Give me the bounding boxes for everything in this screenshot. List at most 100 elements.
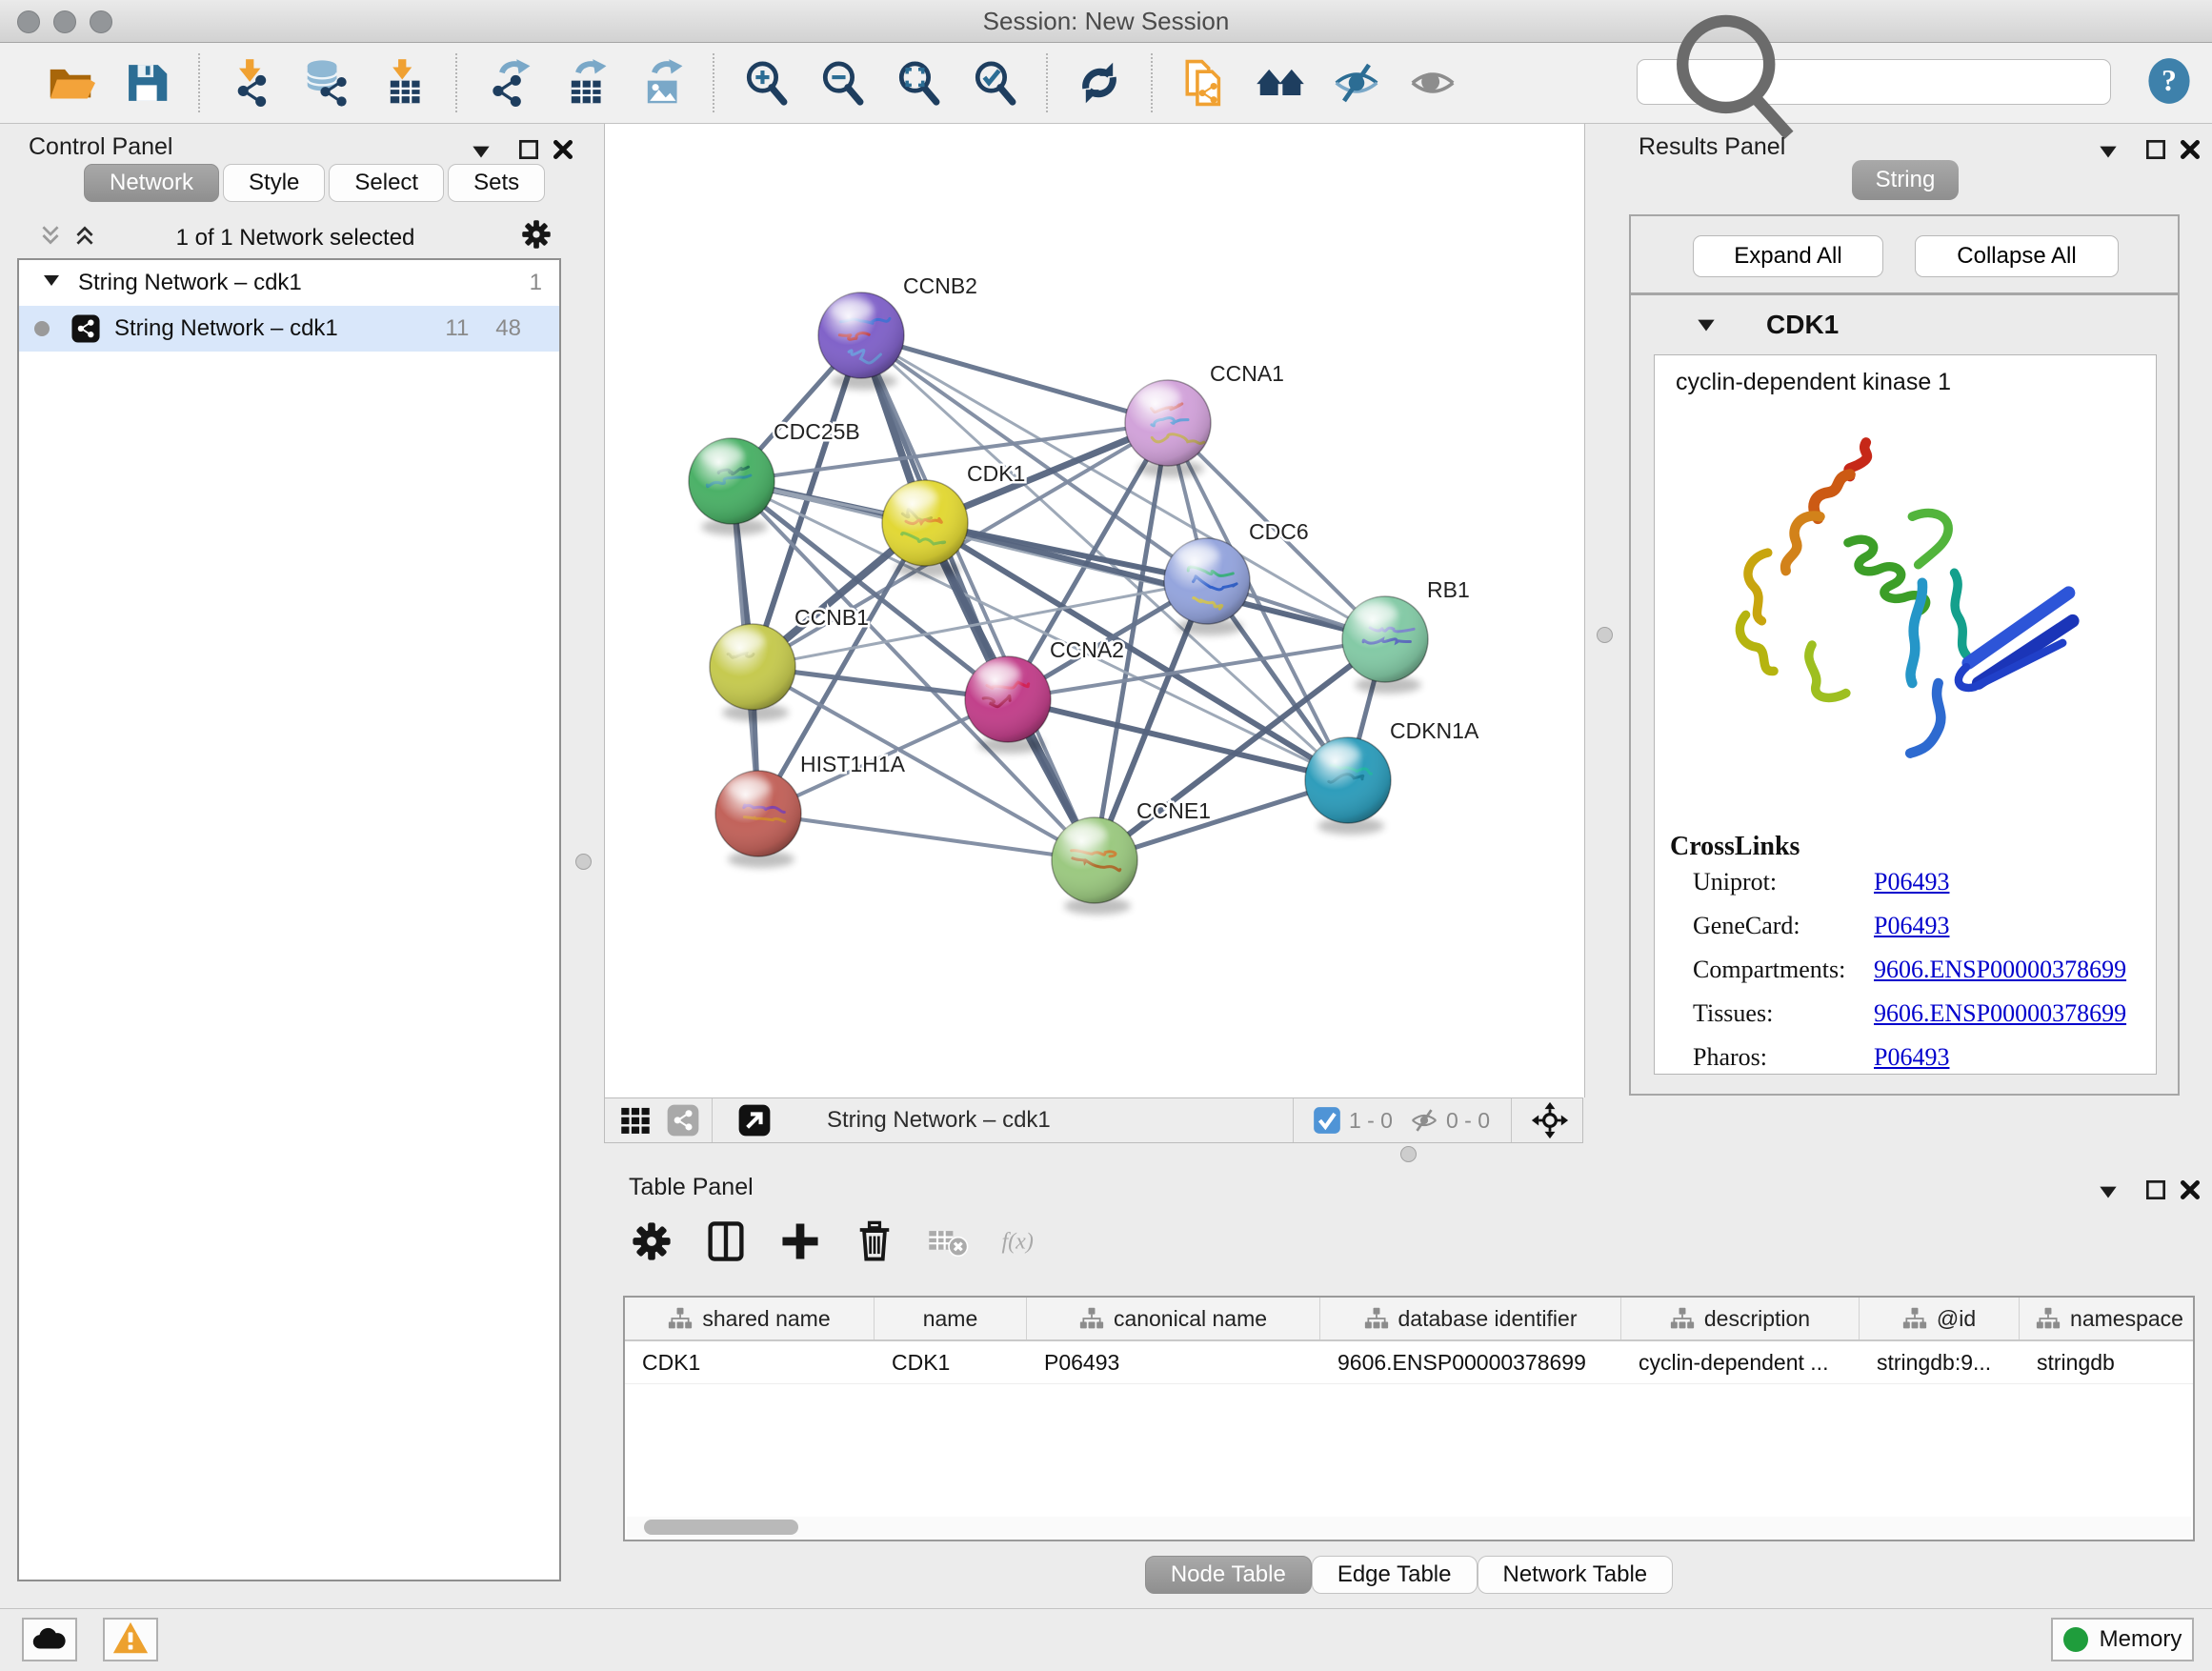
entry-collapse-icon[interactable] — [1694, 312, 1719, 337]
import-table-button[interactable] — [373, 52, 434, 113]
results-panel-menu-icon[interactable] — [2096, 139, 2121, 164]
column-header--id[interactable]: @id — [1860, 1298, 2020, 1339]
add-icon[interactable] — [777, 1218, 823, 1264]
zoom-fit-button[interactable] — [888, 52, 949, 113]
zoom-selected-button[interactable] — [964, 52, 1025, 113]
table-cell[interactable]: stringdb:9... — [1860, 1341, 2020, 1383]
tree-expand-icon[interactable] — [40, 269, 63, 298]
table-cell[interactable]: 9606.ENSP00000378699 — [1320, 1341, 1621, 1383]
column-header-name[interactable]: name — [875, 1298, 1027, 1339]
detach-view-icon[interactable] — [737, 1103, 772, 1137]
table-cell[interactable]: CDK1 — [625, 1341, 875, 1383]
tab-select[interactable]: Select — [329, 164, 444, 202]
home-button[interactable] — [1250, 52, 1311, 113]
control-panel-menu-icon[interactable] — [469, 139, 493, 164]
minimize-window-icon[interactable] — [53, 10, 76, 33]
crosslink-link[interactable]: P06493 — [1874, 868, 1949, 896]
node-CDKN1A[interactable]: CDKN1A — [1305, 718, 1479, 835]
zoom-in-button[interactable] — [735, 52, 796, 113]
left-splitter-handle[interactable] — [575, 854, 592, 870]
view-grid-icon[interactable] — [618, 1103, 653, 1137]
close-window-icon[interactable] — [17, 10, 40, 33]
control-panel-float-icon[interactable] — [516, 137, 541, 162]
network-graph[interactable]: CCNB2 CCNA1 CDC25B CDK1 CDC6 RB1 CCNB1 — [605, 124, 1584, 1097]
table-cell[interactable]: P06493 — [1027, 1341, 1320, 1383]
gear-icon[interactable] — [629, 1218, 674, 1264]
column-header-shared-name[interactable]: shared name — [625, 1298, 875, 1339]
results-panel-float-icon[interactable] — [2143, 137, 2168, 162]
table-cell[interactable]: CDK1 — [875, 1341, 1027, 1383]
hide-items-button[interactable] — [1326, 52, 1387, 113]
right-splitter-handle[interactable] — [1597, 627, 1613, 643]
network-row-selected[interactable]: String Network – cdk1 11 48 — [19, 306, 559, 352]
cloud-status-button[interactable] — [22, 1618, 77, 1661]
table-hscrollbar-thumb[interactable] — [644, 1520, 798, 1535]
memory-button[interactable]: Memory — [2051, 1618, 2194, 1661]
network-collection-row[interactable]: String Network – cdk1 1 — [19, 260, 559, 306]
collapse-all-networks-icon[interactable] — [38, 223, 63, 248]
horizontal-splitter[interactable] — [604, 1143, 1583, 1164]
crosslink-link[interactable]: 9606.ENSP00000378699 — [1874, 956, 2126, 984]
tab-network-table[interactable]: Network Table — [1478, 1556, 1674, 1594]
tab-network[interactable]: Network — [84, 164, 219, 202]
node-RB1[interactable]: RB1 — [1342, 577, 1470, 694]
edge-CCNB2-CCNE1[interactable] — [861, 335, 1095, 860]
warnings-button[interactable] — [103, 1618, 158, 1661]
table-row[interactable]: CDK1CDK1P064939606.ENSP00000378699cyclin… — [625, 1341, 2193, 1384]
expand-all-networks-icon[interactable] — [72, 223, 97, 248]
zoom-out-button[interactable] — [812, 52, 873, 113]
network-overview-icon[interactable] — [666, 1103, 700, 1137]
help-button[interactable]: ? — [2145, 57, 2193, 105]
column-header-namespace[interactable]: namespace — [2020, 1298, 2195, 1339]
refresh-button[interactable] — [1069, 52, 1130, 113]
tab-sets[interactable]: Sets — [448, 164, 545, 202]
column-header-canonical-name[interactable]: canonical name — [1027, 1298, 1320, 1339]
column-header-description[interactable]: description — [1621, 1298, 1860, 1339]
fit-content-icon[interactable] — [1531, 1101, 1569, 1139]
collapse-all-button[interactable]: Collapse All — [1915, 235, 2119, 277]
horizontal-splitter-handle[interactable] — [1400, 1146, 1417, 1162]
tab-edge-table[interactable]: Edge Table — [1312, 1556, 1478, 1594]
save-session-button[interactable] — [116, 52, 177, 113]
table-panel-float-icon[interactable] — [2143, 1178, 2168, 1202]
open-session-button[interactable] — [40, 52, 101, 113]
export-network-button[interactable] — [478, 52, 539, 113]
edge-HIST1H1A-CCNE1[interactable] — [758, 814, 1095, 860]
node-HIST1H1A[interactable]: HIST1H1A — [715, 752, 906, 868]
export-image-button[interactable] — [631, 52, 692, 113]
columns-icon[interactable] — [703, 1218, 749, 1264]
show-items-button[interactable] — [1402, 52, 1463, 113]
tab-string[interactable]: String — [1852, 160, 1959, 200]
table-panel-close-icon[interactable] — [2178, 1178, 2202, 1202]
duplicate-network-button[interactable] — [1174, 52, 1235, 113]
node-CDC25B[interactable]: CDC25B — [689, 419, 860, 535]
crosslink-link[interactable]: P06493 — [1874, 1043, 1949, 1072]
selected-items-checkbox-icon[interactable] — [1313, 1106, 1341, 1135]
results-panel-close-icon[interactable] — [2178, 137, 2202, 162]
crosslink-row: Uniprot: P06493 — [1693, 868, 2141, 896]
network-canvas[interactable]: CCNB2 CCNA1 CDC25B CDK1 CDC6 RB1 CCNB1 — [604, 124, 1585, 1097]
trash-icon[interactable] — [852, 1218, 897, 1264]
table-cell[interactable]: cyclin-dependent ... — [1621, 1341, 1860, 1383]
maximize-window-icon[interactable] — [90, 10, 112, 33]
import-database-button[interactable] — [297, 52, 358, 113]
tab-node-table[interactable]: Node Table — [1145, 1556, 1312, 1594]
results-entry-header[interactable]: CDK1 — [1631, 295, 2178, 354]
network-panel-gear-icon[interactable] — [519, 217, 553, 252]
crosslink-link[interactable]: P06493 — [1874, 912, 1949, 940]
node-CCNB2[interactable]: CCNB2 — [818, 273, 977, 390]
search-input[interactable] — [1811, 62, 2110, 102]
export-table-button[interactable] — [554, 52, 615, 113]
table-cell[interactable]: stringdb — [2020, 1341, 2195, 1383]
column-header-database-identifier[interactable]: database identifier — [1320, 1298, 1621, 1339]
control-panel-close-icon[interactable] — [551, 137, 575, 162]
fx-icon[interactable]: f(x) — [1000, 1218, 1067, 1264]
tab-style[interactable]: Style — [223, 164, 325, 202]
crosslink-link[interactable]: 9606.ENSP00000378699 — [1874, 999, 2126, 1028]
expand-all-button[interactable]: Expand All — [1693, 235, 1883, 277]
node-CDC6[interactable]: CDC6 — [1164, 519, 1309, 635]
import-network-button[interactable] — [221, 52, 282, 113]
delete-table-icon[interactable] — [926, 1218, 972, 1264]
table-panel-menu-icon[interactable] — [2096, 1179, 2121, 1204]
hidden-items-eye-icon[interactable] — [1410, 1106, 1438, 1135]
